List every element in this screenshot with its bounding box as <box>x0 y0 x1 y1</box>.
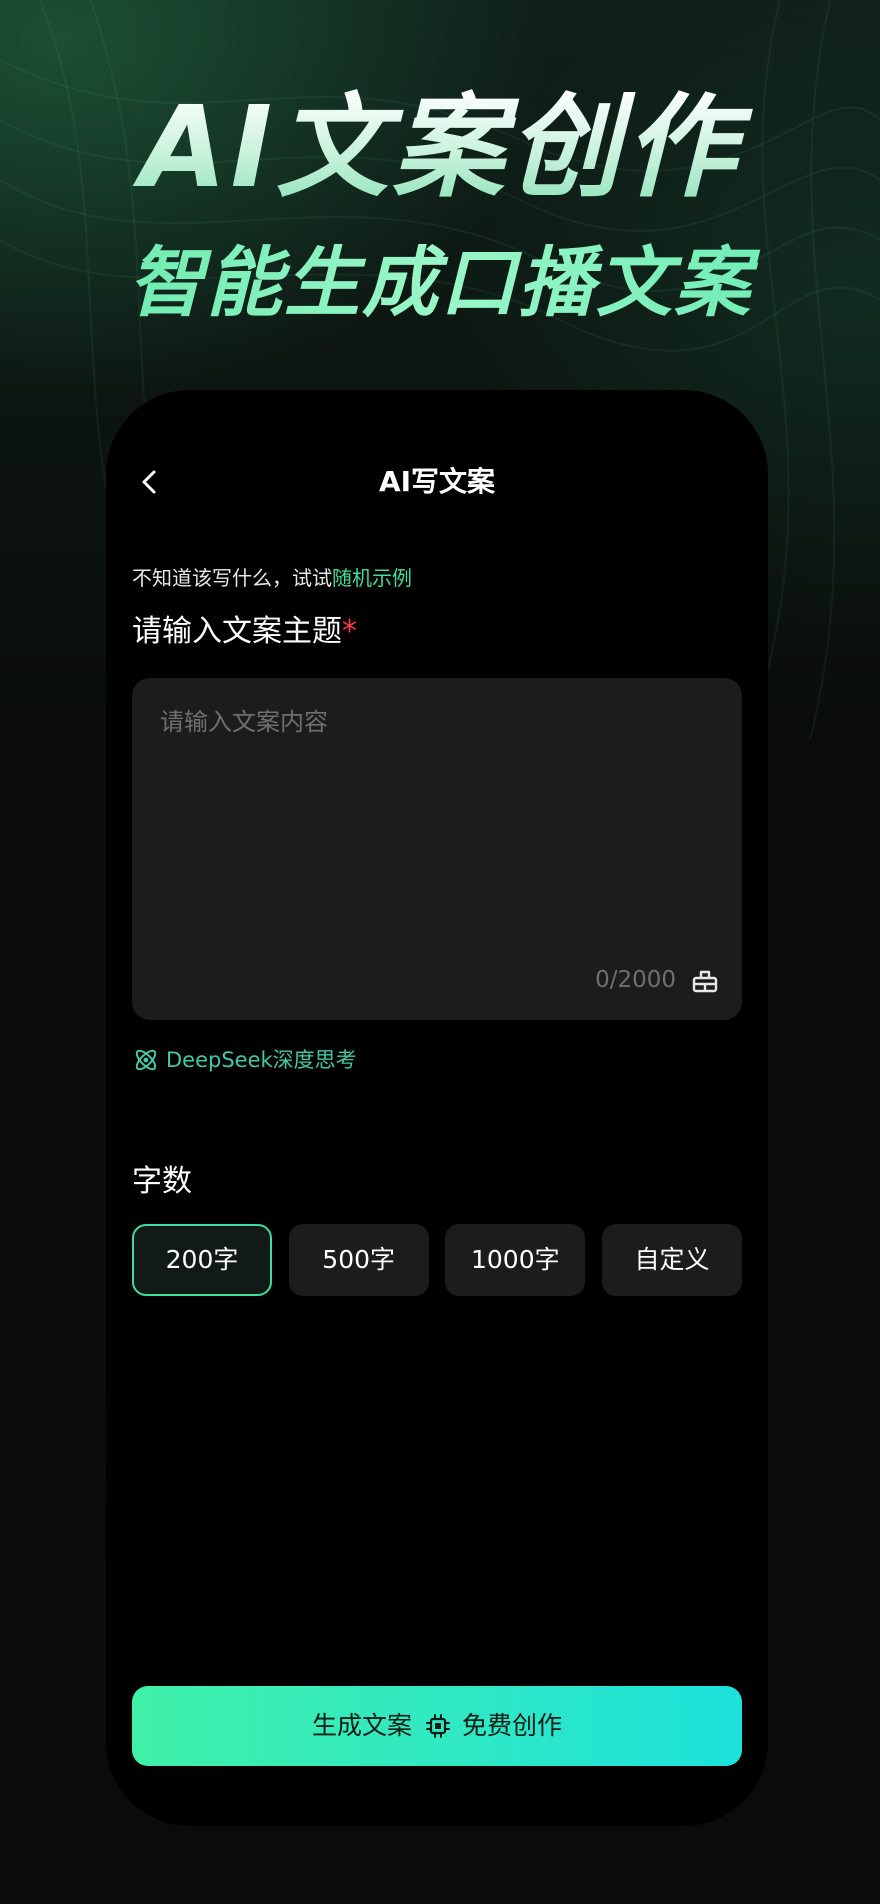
option-1000[interactable]: 1000字 <box>445 1224 586 1296</box>
topic-label: 请输入文案主题* <box>132 610 357 654</box>
promo-poster: AI文案创作 智能生成口播文案 AI写文案 不知道该写什么，试试随机示例 请输入… <box>0 0 880 1904</box>
generate-label: 生成文案 <box>311 1711 412 1740</box>
free-label: 免费创作 <box>462 1711 563 1740</box>
topic-label-text: 请输入文案主题 <box>132 614 342 649</box>
topic-input[interactable]: 请输入文案内容 0/2000 <box>132 678 742 1020</box>
required-mark: * <box>342 614 357 649</box>
deepseek-label: DeepSeek深度思考 <box>166 1048 357 1072</box>
atom-icon <box>135 1049 157 1071</box>
word-count-options: 200字 500字 1000字 自定义 <box>132 1224 742 1296</box>
page-title: AI写文案 <box>378 465 496 498</box>
char-counter: 0/2000 <box>595 967 676 993</box>
hint-text: 不知道该写什么，试试 <box>132 566 332 590</box>
random-example-link[interactable]: 随机示例 <box>332 566 412 590</box>
phone-screen: AI写文案 不知道该写什么，试试随机示例 请输入文案主题* 请输入文案内容 0/… <box>106 390 768 1826</box>
hero-title: AI文案创作 <box>0 88 880 208</box>
random-example-hint: 不知道该写什么，试试随机示例 <box>132 562 412 594</box>
eraser-icon[interactable] <box>690 966 720 996</box>
deepseek-toggle[interactable]: DeepSeek深度思考 <box>132 1042 357 1078</box>
generate-button[interactable]: 生成文案 免费创作 <box>132 1686 742 1766</box>
option-custom[interactable]: 自定义 <box>601 1224 742 1296</box>
option-500[interactable]: 500字 <box>288 1224 429 1296</box>
word-count-label: 字数 <box>132 1164 192 1199</box>
option-200[interactable]: 200字 <box>132 1224 272 1296</box>
chip-icon <box>426 1714 450 1738</box>
topic-placeholder: 请输入文案内容 <box>160 708 328 736</box>
nav-bar: AI写文案 <box>106 452 768 512</box>
hero-subtitle: 智能生成口播文案 <box>0 238 880 328</box>
